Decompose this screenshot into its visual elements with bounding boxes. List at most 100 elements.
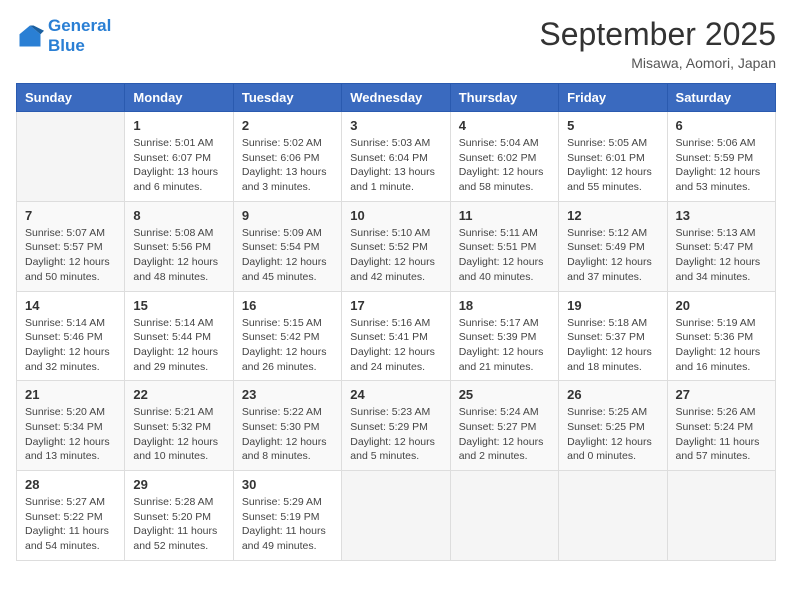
day-info: Sunrise: 5:15 AMSunset: 5:42 PMDaylight:…: [242, 316, 333, 375]
day-info: Sunrise: 5:17 AMSunset: 5:39 PMDaylight:…: [459, 316, 550, 375]
day-number: 14: [25, 298, 116, 313]
day-info: Sunrise: 5:14 AMSunset: 5:44 PMDaylight:…: [133, 316, 224, 375]
day-info: Sunrise: 5:18 AMSunset: 5:37 PMDaylight:…: [567, 316, 658, 375]
day-number: 29: [133, 477, 224, 492]
day-number: 24: [350, 387, 441, 402]
calendar-cell: 26 Sunrise: 5:25 AMSunset: 5:25 PMDaylig…: [559, 381, 667, 471]
day-number: 26: [567, 387, 658, 402]
calendar-cell: 8 Sunrise: 5:08 AMSunset: 5:56 PMDayligh…: [125, 201, 233, 291]
day-number: 4: [459, 118, 550, 133]
day-info: Sunrise: 5:03 AMSunset: 6:04 PMDaylight:…: [350, 136, 441, 195]
day-number: 6: [676, 118, 767, 133]
col-saturday: Saturday: [667, 84, 775, 112]
calendar-cell: 15 Sunrise: 5:14 AMSunset: 5:44 PMDaylig…: [125, 291, 233, 381]
day-number: 20: [676, 298, 767, 313]
calendar-cell: 11 Sunrise: 5:11 AMSunset: 5:51 PMDaylig…: [450, 201, 558, 291]
day-info: Sunrise: 5:14 AMSunset: 5:46 PMDaylight:…: [25, 316, 116, 375]
day-info: Sunrise: 5:09 AMSunset: 5:54 PMDaylight:…: [242, 226, 333, 285]
day-number: 19: [567, 298, 658, 313]
calendar-cell: 18 Sunrise: 5:17 AMSunset: 5:39 PMDaylig…: [450, 291, 558, 381]
calendar-cell: [17, 112, 125, 202]
day-info: Sunrise: 5:16 AMSunset: 5:41 PMDaylight:…: [350, 316, 441, 375]
col-wednesday: Wednesday: [342, 84, 450, 112]
logo-text: General Blue: [48, 16, 111, 55]
col-friday: Friday: [559, 84, 667, 112]
calendar-table: Sunday Monday Tuesday Wednesday Thursday…: [16, 83, 776, 561]
calendar-cell: 21 Sunrise: 5:20 AMSunset: 5:34 PMDaylig…: [17, 381, 125, 471]
day-info: Sunrise: 5:05 AMSunset: 6:01 PMDaylight:…: [567, 136, 658, 195]
calendar-cell: [559, 471, 667, 561]
day-info: Sunrise: 5:12 AMSunset: 5:49 PMDaylight:…: [567, 226, 658, 285]
month-title: September 2025: [539, 16, 776, 53]
day-info: Sunrise: 5:10 AMSunset: 5:52 PMDaylight:…: [350, 226, 441, 285]
day-number: 3: [350, 118, 441, 133]
calendar-cell: 22 Sunrise: 5:21 AMSunset: 5:32 PMDaylig…: [125, 381, 233, 471]
day-number: 7: [25, 208, 116, 223]
day-info: Sunrise: 5:27 AMSunset: 5:22 PMDaylight:…: [25, 495, 116, 554]
calendar-cell: 10 Sunrise: 5:10 AMSunset: 5:52 PMDaylig…: [342, 201, 450, 291]
calendar-cell: 6 Sunrise: 5:06 AMSunset: 5:59 PMDayligh…: [667, 112, 775, 202]
day-info: Sunrise: 5:06 AMSunset: 5:59 PMDaylight:…: [676, 136, 767, 195]
logo-icon: [16, 22, 44, 50]
day-info: Sunrise: 5:25 AMSunset: 5:25 PMDaylight:…: [567, 405, 658, 464]
title-section: September 2025 Misawa, Aomori, Japan: [539, 16, 776, 71]
calendar-cell: 23 Sunrise: 5:22 AMSunset: 5:30 PMDaylig…: [233, 381, 341, 471]
page-header: General Blue September 2025 Misawa, Aomo…: [16, 16, 776, 71]
calendar-cell: 30 Sunrise: 5:29 AMSunset: 5:19 PMDaylig…: [233, 471, 341, 561]
calendar-cell: 28 Sunrise: 5:27 AMSunset: 5:22 PMDaylig…: [17, 471, 125, 561]
day-info: Sunrise: 5:22 AMSunset: 5:30 PMDaylight:…: [242, 405, 333, 464]
day-info: Sunrise: 5:26 AMSunset: 5:24 PMDaylight:…: [676, 405, 767, 464]
day-number: 5: [567, 118, 658, 133]
day-number: 9: [242, 208, 333, 223]
day-number: 2: [242, 118, 333, 133]
day-number: 28: [25, 477, 116, 492]
calendar-cell: 19 Sunrise: 5:18 AMSunset: 5:37 PMDaylig…: [559, 291, 667, 381]
calendar-cell: 29 Sunrise: 5:28 AMSunset: 5:20 PMDaylig…: [125, 471, 233, 561]
day-info: Sunrise: 5:21 AMSunset: 5:32 PMDaylight:…: [133, 405, 224, 464]
week-row-1: 1 Sunrise: 5:01 AMSunset: 6:07 PMDayligh…: [17, 112, 776, 202]
col-monday: Monday: [125, 84, 233, 112]
calendar-cell: 5 Sunrise: 5:05 AMSunset: 6:01 PMDayligh…: [559, 112, 667, 202]
day-info: Sunrise: 5:13 AMSunset: 5:47 PMDaylight:…: [676, 226, 767, 285]
calendar-cell: 16 Sunrise: 5:15 AMSunset: 5:42 PMDaylig…: [233, 291, 341, 381]
calendar-cell: 17 Sunrise: 5:16 AMSunset: 5:41 PMDaylig…: [342, 291, 450, 381]
calendar-cell: 27 Sunrise: 5:26 AMSunset: 5:24 PMDaylig…: [667, 381, 775, 471]
day-info: Sunrise: 5:28 AMSunset: 5:20 PMDaylight:…: [133, 495, 224, 554]
day-number: 27: [676, 387, 767, 402]
col-thursday: Thursday: [450, 84, 558, 112]
day-number: 16: [242, 298, 333, 313]
week-row-2: 7 Sunrise: 5:07 AMSunset: 5:57 PMDayligh…: [17, 201, 776, 291]
day-info: Sunrise: 5:23 AMSunset: 5:29 PMDaylight:…: [350, 405, 441, 464]
day-info: Sunrise: 5:01 AMSunset: 6:07 PMDaylight:…: [133, 136, 224, 195]
day-info: Sunrise: 5:29 AMSunset: 5:19 PMDaylight:…: [242, 495, 333, 554]
day-number: 12: [567, 208, 658, 223]
calendar-cell: 7 Sunrise: 5:07 AMSunset: 5:57 PMDayligh…: [17, 201, 125, 291]
day-info: Sunrise: 5:20 AMSunset: 5:34 PMDaylight:…: [25, 405, 116, 464]
header-row: Sunday Monday Tuesday Wednesday Thursday…: [17, 84, 776, 112]
day-number: 11: [459, 208, 550, 223]
week-row-4: 21 Sunrise: 5:20 AMSunset: 5:34 PMDaylig…: [17, 381, 776, 471]
calendar-cell: [342, 471, 450, 561]
calendar-cell: 25 Sunrise: 5:24 AMSunset: 5:27 PMDaylig…: [450, 381, 558, 471]
day-number: 15: [133, 298, 224, 313]
day-number: 10: [350, 208, 441, 223]
day-info: Sunrise: 5:24 AMSunset: 5:27 PMDaylight:…: [459, 405, 550, 464]
day-info: Sunrise: 5:02 AMSunset: 6:06 PMDaylight:…: [242, 136, 333, 195]
day-number: 23: [242, 387, 333, 402]
calendar-cell: [450, 471, 558, 561]
calendar-cell: 24 Sunrise: 5:23 AMSunset: 5:29 PMDaylig…: [342, 381, 450, 471]
calendar-cell: 4 Sunrise: 5:04 AMSunset: 6:02 PMDayligh…: [450, 112, 558, 202]
calendar-cell: 13 Sunrise: 5:13 AMSunset: 5:47 PMDaylig…: [667, 201, 775, 291]
calendar-cell: 3 Sunrise: 5:03 AMSunset: 6:04 PMDayligh…: [342, 112, 450, 202]
calendar-cell: 1 Sunrise: 5:01 AMSunset: 6:07 PMDayligh…: [125, 112, 233, 202]
col-sunday: Sunday: [17, 84, 125, 112]
calendar-cell: 9 Sunrise: 5:09 AMSunset: 5:54 PMDayligh…: [233, 201, 341, 291]
day-info: Sunrise: 5:07 AMSunset: 5:57 PMDaylight:…: [25, 226, 116, 285]
day-info: Sunrise: 5:04 AMSunset: 6:02 PMDaylight:…: [459, 136, 550, 195]
day-number: 17: [350, 298, 441, 313]
week-row-5: 28 Sunrise: 5:27 AMSunset: 5:22 PMDaylig…: [17, 471, 776, 561]
day-number: 22: [133, 387, 224, 402]
week-row-3: 14 Sunrise: 5:14 AMSunset: 5:46 PMDaylig…: [17, 291, 776, 381]
day-number: 21: [25, 387, 116, 402]
day-number: 8: [133, 208, 224, 223]
